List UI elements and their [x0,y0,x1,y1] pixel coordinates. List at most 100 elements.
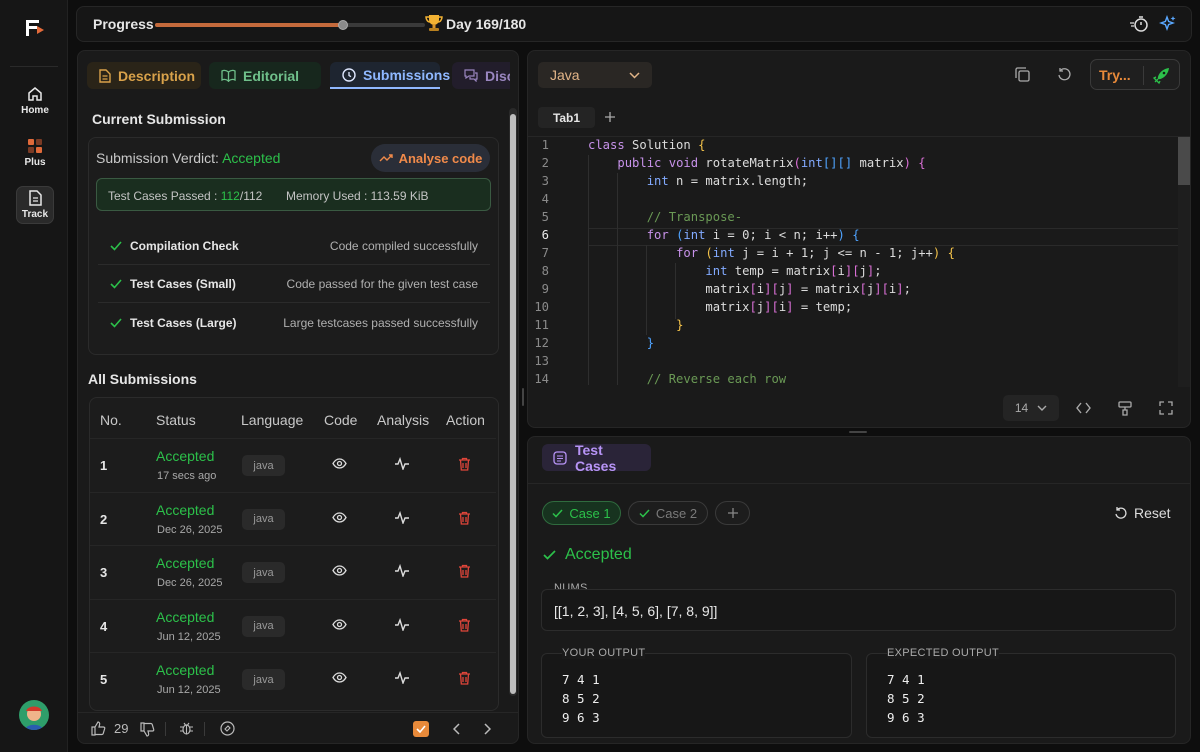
delete-icon[interactable] [458,618,471,632]
progress-label: Progress [93,16,154,32]
nums-input[interactable]: [[1, 2, 3], [4, 5, 6], [7, 8, 9]] [541,589,1176,631]
add-tab-icon[interactable] [604,111,616,123]
tab-submissions[interactable]: Submissions [330,62,450,89]
code-line[interactable]: 13 [527,354,1177,372]
analysis-pulse-icon[interactable] [394,510,410,524]
code-line[interactable]: 12 } [527,336,1177,354]
row-status: Accepted [156,662,215,679]
tab-label: Disc [485,67,510,84]
reset-button[interactable]: Reset [1114,505,1171,521]
tests-passed: Test Cases Passed : 112/112 [108,189,262,203]
analysis-pulse-icon[interactable] [394,457,410,470]
bug-icon[interactable] [179,721,194,736]
code-line[interactable]: 7 for (int j = i + 1; j <= n - 1; j++) { [527,246,1177,264]
sidebar-item-plus[interactable]: Plus [16,134,54,172]
analysis-pulse-icon[interactable] [394,564,410,578]
language-value: Java [550,67,580,83]
code-line[interactable]: 1 class Solution { [527,138,1177,156]
scrollbar-thumb[interactable] [510,114,516,694]
check-row-large: Test Cases (Large) Large testcases passe… [98,304,490,342]
code-text: // Transpose- [646,210,743,224]
copy-icon[interactable] [1015,67,1030,82]
code-line[interactable]: 11 } [527,318,1177,336]
table-row[interactable]: 1 Accepted 17 secs ago java [90,438,496,491]
avatar[interactable] [19,700,49,730]
memory-used: Memory Used : 113.59 KiB [286,189,429,203]
vertical-resize-handle[interactable] [849,431,867,433]
code-line[interactable]: 3 int n = matrix.length; [527,174,1177,192]
timer-icon[interactable] [1129,15,1149,33]
ai-sparkle-icon[interactable] [1159,15,1177,33]
code-line[interactable]: 5 // Transpose- [527,210,1177,228]
check-row-compilation: Compilation Check Code compiled successf… [98,227,490,265]
test-divider [527,483,1191,484]
try-run-button[interactable]: Try... [1090,59,1180,90]
fullscreen-icon[interactable] [1159,401,1173,415]
eye-icon[interactable] [332,619,347,630]
tab-description[interactable]: Description [87,62,201,89]
left-scrollbar[interactable] [509,108,517,696]
eye-icon[interactable] [332,672,347,684]
tab-discussion[interactable]: Disc [452,62,510,89]
book-icon [221,69,236,82]
output-line: 9 6 3 [562,710,600,725]
delete-icon[interactable] [458,457,471,471]
code-line[interactable]: 6 for (int i = 0; i < n; i++) { [527,228,1177,246]
sidebar-item-track[interactable]: Track [16,186,54,224]
code-line[interactable]: 14 // Reverse each row [527,372,1177,390]
thumbs-down-icon[interactable] [140,722,155,737]
table-row[interactable]: 2 Accepted Dec 26, 2025 java [90,491,496,545]
thumbs-up-icon[interactable] [91,721,106,736]
progress-knob[interactable] [337,20,348,30]
document-icon [28,190,42,206]
language-select[interactable]: Java [538,62,652,88]
eye-icon[interactable] [332,565,347,576]
scrollbar-thumb[interactable] [1178,137,1190,185]
analysis-pulse-icon[interactable] [394,617,410,631]
add-case-button[interactable] [715,501,750,525]
tab-editorial[interactable]: Editorial [209,62,321,89]
bookmark-checkbox[interactable] [413,721,429,737]
code-line[interactable]: 9 matrix[i][j] = matrix[j][i]; [527,282,1177,300]
analyse-code-button[interactable]: Analyse code [371,144,490,172]
result-status: Accepted [543,546,632,564]
case-1-chip[interactable]: Case 1 [542,501,621,525]
panel-resize-handle[interactable] [522,388,524,406]
case-2-chip[interactable]: Case 2 [628,501,708,525]
tab-test-cases[interactable]: Test Cases [542,442,651,474]
reset-code-icon[interactable] [1057,67,1072,82]
line-number: 13 [534,354,549,368]
column-header: Analysis [377,412,430,428]
sidebar-item-label: Home [21,105,49,116]
table-row[interactable]: 5 Accepted Jun 12, 2025 java [90,652,496,705]
chevron-right-icon[interactable] [483,723,491,735]
delete-icon[interactable] [458,671,471,686]
table-row[interactable]: 4 Accepted Jun 12, 2025 java [90,598,496,652]
row-status: Accepted [156,555,215,572]
editor-scrollbar[interactable] [1178,137,1190,387]
share-icon[interactable] [219,720,236,737]
analysis-pulse-icon[interactable] [394,671,410,685]
check-icon [110,318,122,328]
code-line[interactable]: 4 [527,192,1177,210]
app-logo[interactable] [24,18,46,38]
home-icon [27,86,43,102]
eye-icon[interactable] [332,511,347,523]
row-number: 5 [100,672,108,688]
code-line[interactable]: 10 matrix[j][i] = temp; [527,300,1177,318]
chevron-left-icon[interactable] [453,723,461,735]
result-label: Accepted [565,546,632,563]
format-brush-icon[interactable] [1118,401,1132,416]
code-line[interactable]: 8 int temp = matrix[i][j]; [527,264,1177,282]
font-size-select[interactable]: 14 [1003,395,1059,421]
eye-icon[interactable] [332,458,347,469]
rocket-icon[interactable] [1152,66,1171,85]
code-brackets-icon[interactable] [1076,402,1091,414]
day-counter: Day 169/180 [446,16,527,32]
sidebar-item-home[interactable]: Home [16,82,54,120]
table-row[interactable]: 3 Accepted Dec 26, 2025 java [90,545,496,598]
code-line[interactable]: 2 public void rotateMatrix(int[][] matri… [527,156,1177,174]
delete-icon[interactable] [458,511,471,525]
delete-icon[interactable] [458,564,471,578]
editor-tab[interactable]: Tab1 [538,107,595,128]
